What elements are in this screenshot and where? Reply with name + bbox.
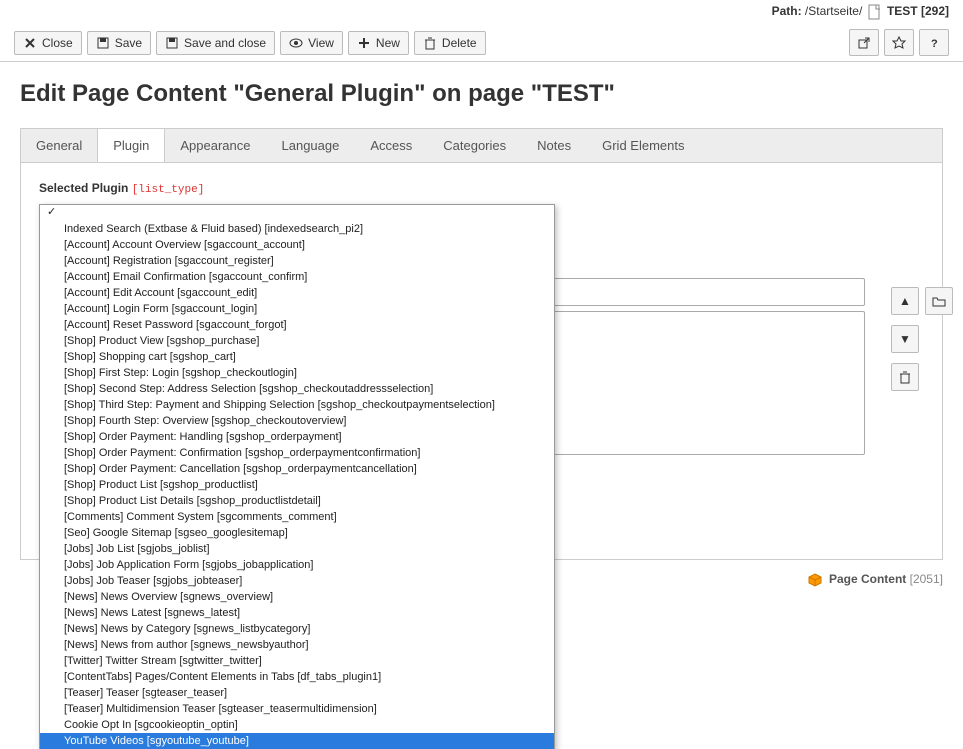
browse-button[interactable] <box>925 287 953 315</box>
plugin-option[interactable]: [News] News from author [sgnews_newsbyau… <box>40 637 554 653</box>
view-label: View <box>308 36 334 50</box>
tab-general[interactable]: General <box>21 129 98 162</box>
plugin-option[interactable]: [Teaser] Multidimension Teaser [sgteaser… <box>40 701 554 717</box>
view-button[interactable]: View <box>280 31 343 55</box>
plugin-option[interactable]: [Shop] Second Step: Address Selection [s… <box>40 381 554 397</box>
move-down-button[interactable]: ▼ <box>891 325 919 353</box>
plugin-option[interactable]: [News] News Latest [sgnews_latest] <box>40 605 554 621</box>
plugin-option[interactable]: Cookie Opt In [sgcookieoptin_optin] <box>40 717 554 733</box>
selected-plugin-label: Selected Plugin [list_type] <box>39 181 924 196</box>
plugin-option[interactable]: [Account] Login Form [sgaccount_login] <box>40 301 554 317</box>
question-icon: ? <box>927 36 941 50</box>
close-icon <box>23 36 37 50</box>
plugin-option[interactable]: [Account] Reset Password [sgaccount_forg… <box>40 317 554 333</box>
save-icon <box>96 36 110 50</box>
plugin-option[interactable]: [Account] Registration [sgaccount_regist… <box>40 253 554 269</box>
plugin-dropdown[interactable]: Indexed Search (Extbase & Fluid based) [… <box>39 204 555 749</box>
field-label-text: Selected Plugin <box>39 181 128 195</box>
plugin-option[interactable]: [Shop] First Step: Login [sgshop_checkou… <box>40 365 554 381</box>
tab-plugin[interactable]: Plugin <box>97 129 165 162</box>
plugin-option[interactable]: [Twitter] Twitter Stream [sgtwitter_twit… <box>40 653 554 669</box>
folder-icon <box>932 294 946 308</box>
save-button[interactable]: Save <box>87 31 151 55</box>
plugin-option[interactable]: [Account] Email Confirmation [sgaccount_… <box>40 269 554 285</box>
plugin-option[interactable]: [Shop] Order Payment: Confirmation [sgsh… <box>40 445 554 461</box>
save-label: Save <box>115 36 142 50</box>
field-code: [list_type] <box>132 184 205 196</box>
tabs: GeneralPluginAppearanceLanguageAccessCat… <box>20 128 943 163</box>
tab-appearance[interactable]: Appearance <box>165 129 266 162</box>
save-close-label: Save and close <box>184 36 266 50</box>
remove-button[interactable] <box>891 363 919 391</box>
delete-button[interactable]: Delete <box>414 31 486 55</box>
path-page-id: [292] <box>921 4 949 18</box>
plugin-option[interactable]: Indexed Search (Extbase & Fluid based) [… <box>40 221 554 237</box>
new-button[interactable]: New <box>348 31 409 55</box>
plugin-option[interactable]: [News] News by Category [sgnews_listbyca… <box>40 621 554 637</box>
plugin-option[interactable]: [Shop] Order Payment: Cancellation [sgsh… <box>40 461 554 477</box>
tab-categories[interactable]: Categories <box>428 129 522 162</box>
trash-icon <box>423 36 437 50</box>
tab-grid-elements[interactable]: Grid Elements <box>587 129 700 162</box>
tab-access[interactable]: Access <box>355 129 428 162</box>
share-button[interactable] <box>849 29 879 56</box>
bookmark-button[interactable] <box>884 29 914 56</box>
external-icon <box>857 36 871 50</box>
plugin-option[interactable]: [Account] Edit Account [sgaccount_edit] <box>40 285 554 301</box>
new-label: New <box>376 36 400 50</box>
plugin-option[interactable]: [Shop] Product View [sgshop_purchase] <box>40 333 554 349</box>
plugin-option[interactable]: [Shop] Order Payment: Handling [sgshop_o… <box>40 429 554 445</box>
save-close-icon <box>165 36 179 50</box>
page-icon <box>868 4 882 20</box>
plugin-option[interactable]: [Shop] Shopping cart [sgshop_cart] <box>40 349 554 365</box>
plugin-option[interactable]: [Shop] Third Step: Payment and Shipping … <box>40 397 554 413</box>
page-title: Edit Page Content "General Plugin" on pa… <box>0 62 963 128</box>
plugin-option[interactable]: [ContentTabs] Pages/Content Elements in … <box>40 669 554 685</box>
plugin-option[interactable]: [Jobs] Job Teaser [sgjobs_jobteaser] <box>40 573 554 589</box>
close-button[interactable]: Close <box>14 31 82 55</box>
plugin-option[interactable]: YouTube Videos [sgyoutube_youtube] <box>40 733 554 749</box>
plugin-option[interactable]: [Teaser] Teaser [sgteaser_teaser] <box>40 685 554 701</box>
plugin-option[interactable]: [Shop] Product List Details [sgshop_prod… <box>40 493 554 509</box>
plugin-option[interactable] <box>40 205 554 221</box>
plugin-option[interactable]: [Seo] Google Sitemap [sgseo_googlesitema… <box>40 525 554 541</box>
plugin-option[interactable]: [Shop] Fourth Step: Overview [sgshop_che… <box>40 413 554 429</box>
toolbar: Close Save Save and close View New Delet… <box>0 24 963 62</box>
save-close-button[interactable]: Save and close <box>156 31 275 55</box>
plugin-option[interactable]: [Shop] Product List [sgshop_productlist] <box>40 477 554 493</box>
plugin-option[interactable]: [News] News Overview [sgnews_overview] <box>40 589 554 605</box>
plugin-option[interactable]: [Jobs] Job List [sgjobs_joblist] <box>40 541 554 557</box>
tab-notes[interactable]: Notes <box>522 129 587 162</box>
help-button[interactable]: ? <box>919 29 949 56</box>
move-up-button[interactable]: ▲ <box>891 287 919 315</box>
path-root[interactable]: /Startseite/ <box>805 4 862 18</box>
trash-icon <box>898 370 912 384</box>
plugin-option[interactable]: [Account] Account Overview [sgaccount_ac… <box>40 237 554 253</box>
svg-text:?: ? <box>931 38 938 50</box>
caret-down-icon: ▼ <box>899 332 911 346</box>
plugin-option[interactable]: [Comments] Comment System [sgcomments_co… <box>40 509 554 525</box>
footer-label: Page Content <box>829 572 906 586</box>
delete-label: Delete <box>442 36 477 50</box>
caret-up-icon: ▲ <box>899 294 911 308</box>
content-icon <box>808 573 822 587</box>
footer-id: [2051] <box>910 572 943 586</box>
path-label: Path: <box>772 4 802 18</box>
path-bar: Path: /Startseite/ TEST [292] <box>0 0 963 24</box>
star-icon <box>892 36 906 50</box>
plus-icon <box>357 36 371 50</box>
tab-content: Selected Plugin [list_type] Indexed Sear… <box>20 163 943 560</box>
tab-language[interactable]: Language <box>267 129 356 162</box>
close-label: Close <box>42 36 73 50</box>
eye-icon <box>289 36 303 50</box>
path-page-title[interactable]: TEST <box>887 4 918 18</box>
plugin-option[interactable]: [Jobs] Job Application Form [sgjobs_joba… <box>40 557 554 573</box>
